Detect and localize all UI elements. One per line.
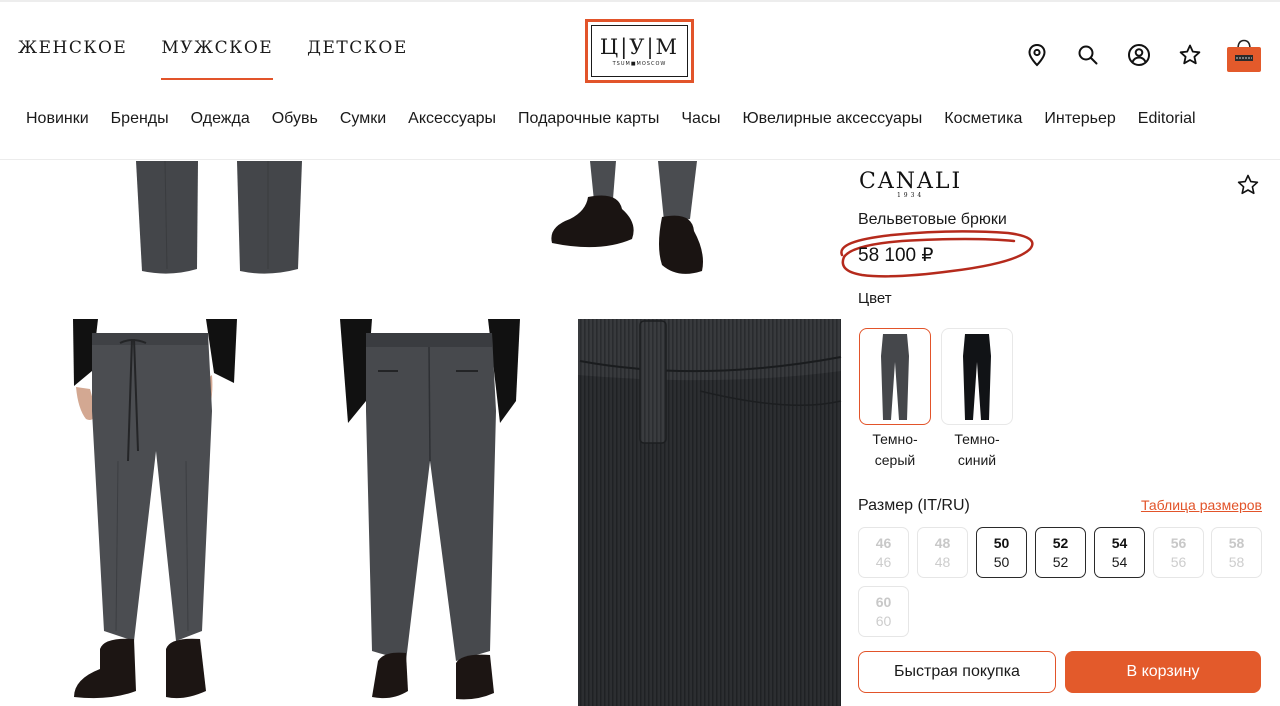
site-header: ЖЕНСКОЕ МУЖСКОЕ ДЕТСКОЕ Ц|У|М TSUM■MOSCO…: [0, 0, 1280, 160]
size-option-48[interactable]: 48 48: [917, 527, 968, 578]
size-option-56[interactable]: 56 56: [1153, 527, 1204, 578]
profile-icon[interactable]: [1124, 40, 1154, 70]
category-nav: Новинки Бренды Одежда Обувь Сумки Аксесс…: [26, 110, 1196, 128]
top-divider: [0, 0, 1280, 2]
color-name-navy: Темно- синий: [941, 429, 1013, 471]
category-watches[interactable]: Часы: [681, 110, 720, 128]
color-name-gray-line1: Темно-: [872, 431, 918, 447]
size-option-54[interactable]: 54 54: [1094, 527, 1145, 578]
brand-name: CANALI: [859, 169, 963, 194]
size-ru-value: 54: [1111, 554, 1128, 570]
color-name-navy-line1: Темно-: [954, 431, 1000, 447]
product-title: Вельветовые брюки: [858, 211, 1007, 228]
category-shoes[interactable]: Обувь: [272, 110, 318, 128]
gender-tab-women[interactable]: ЖЕНСКОЕ: [18, 38, 127, 66]
size-option-50[interactable]: 50 50: [976, 527, 1027, 578]
search-icon[interactable]: [1073, 40, 1103, 70]
favorites-star-icon[interactable]: [1175, 40, 1205, 70]
header-icons: [1001, 37, 1262, 73]
category-clothing[interactable]: Одежда: [191, 110, 250, 128]
category-editorial[interactable]: Editorial: [1138, 110, 1196, 128]
color-name-gray-line2: серый: [874, 452, 916, 468]
size-option-60[interactable]: 60 60: [858, 586, 909, 637]
add-to-cart-button[interactable]: В корзину: [1065, 651, 1261, 693]
color-swatch-dark-navy[interactable]: [941, 328, 1013, 425]
color-label: Цвет: [858, 290, 892, 307]
gallery-photo-front[interactable]: [73, 319, 238, 706]
size-ru-value: 58: [1228, 554, 1245, 570]
size-it-value: 46: [875, 535, 892, 551]
size-it-value: 56: [1170, 535, 1187, 551]
category-accessories[interactable]: Аксессуары: [408, 110, 496, 128]
size-ru-value: 52: [1052, 554, 1069, 570]
size-ru-value: 50: [993, 554, 1010, 570]
gallery-photo-top-middle[interactable]: [551, 161, 703, 274]
size-ru-value: 60: [875, 613, 892, 629]
size-option-46[interactable]: 46 46: [858, 527, 909, 578]
size-it-value: 50: [993, 535, 1010, 551]
product-info: CANALI 1934 Вельветовые брюки 58 100 ₽ Ц…: [840, 161, 1262, 706]
shopping-bag-icon[interactable]: [1226, 37, 1262, 73]
logo-frame: Ц|У|М TSUM■MOSCOW: [591, 25, 688, 77]
category-interior[interactable]: Интерьер: [1044, 110, 1115, 128]
category-new[interactable]: Новинки: [26, 110, 89, 128]
size-it-value: 58: [1228, 535, 1245, 551]
category-gift-cards[interactable]: Подарочные карты: [518, 110, 659, 128]
brand-logo[interactable]: CANALI 1934: [859, 169, 962, 199]
gallery-photo-back[interactable]: [340, 319, 520, 706]
gender-tab-men[interactable]: МУЖСКОЕ: [161, 38, 273, 80]
product-gallery: [0, 161, 845, 706]
category-brands[interactable]: Бренды: [111, 110, 169, 128]
category-bags[interactable]: Сумки: [340, 110, 386, 128]
color-name-gray: Темно- серый: [859, 429, 931, 471]
gallery-photo-top-left[interactable]: [136, 161, 302, 274]
product-price: 58 100 ₽: [858, 245, 934, 266]
size-it-value: 48: [934, 535, 951, 551]
gender-tab-kids[interactable]: ДЕТСКОЕ: [307, 38, 408, 66]
pants-thumbnail-navy: [963, 333, 991, 420]
gallery-photo-detail[interactable]: [578, 319, 842, 706]
add-to-favorites-star-icon[interactable]: [1236, 173, 1260, 197]
category-jewelry[interactable]: Ювелирные аксессуары: [742, 110, 922, 128]
category-cosmetics[interactable]: Косметика: [944, 110, 1022, 128]
size-ru-value: 48: [934, 554, 951, 570]
size-chart-link[interactable]: Таблица размеров: [1141, 497, 1262, 513]
size-ru-value: 56: [1170, 554, 1187, 570]
size-option-52[interactable]: 52 52: [1035, 527, 1086, 578]
tsum-logo[interactable]: Ц|У|М TSUM■MOSCOW: [585, 19, 694, 83]
color-name-navy-line2: синий: [957, 452, 997, 468]
size-it-value: 52: [1052, 535, 1069, 551]
size-it-value: 54: [1111, 535, 1128, 551]
size-it-value: 60: [875, 594, 892, 610]
size-ru-value: 46: [875, 554, 892, 570]
quick-buy-button[interactable]: Быстрая покупка: [858, 651, 1056, 693]
size-option-58[interactable]: 58 58: [1211, 527, 1262, 578]
logo-text: Ц|У|М: [599, 35, 680, 59]
logo-subtitle: TSUM■MOSCOW: [612, 61, 667, 67]
gender-nav: ЖЕНСКОЕ МУЖСКОЕ ДЕТСКОЕ: [18, 38, 442, 80]
location-pin-icon[interactable]: [1022, 40, 1052, 70]
pants-thumbnail-gray: [881, 333, 909, 420]
size-label: Размер (IT/RU): [858, 497, 970, 514]
color-swatch-dark-gray[interactable]: [859, 328, 931, 425]
